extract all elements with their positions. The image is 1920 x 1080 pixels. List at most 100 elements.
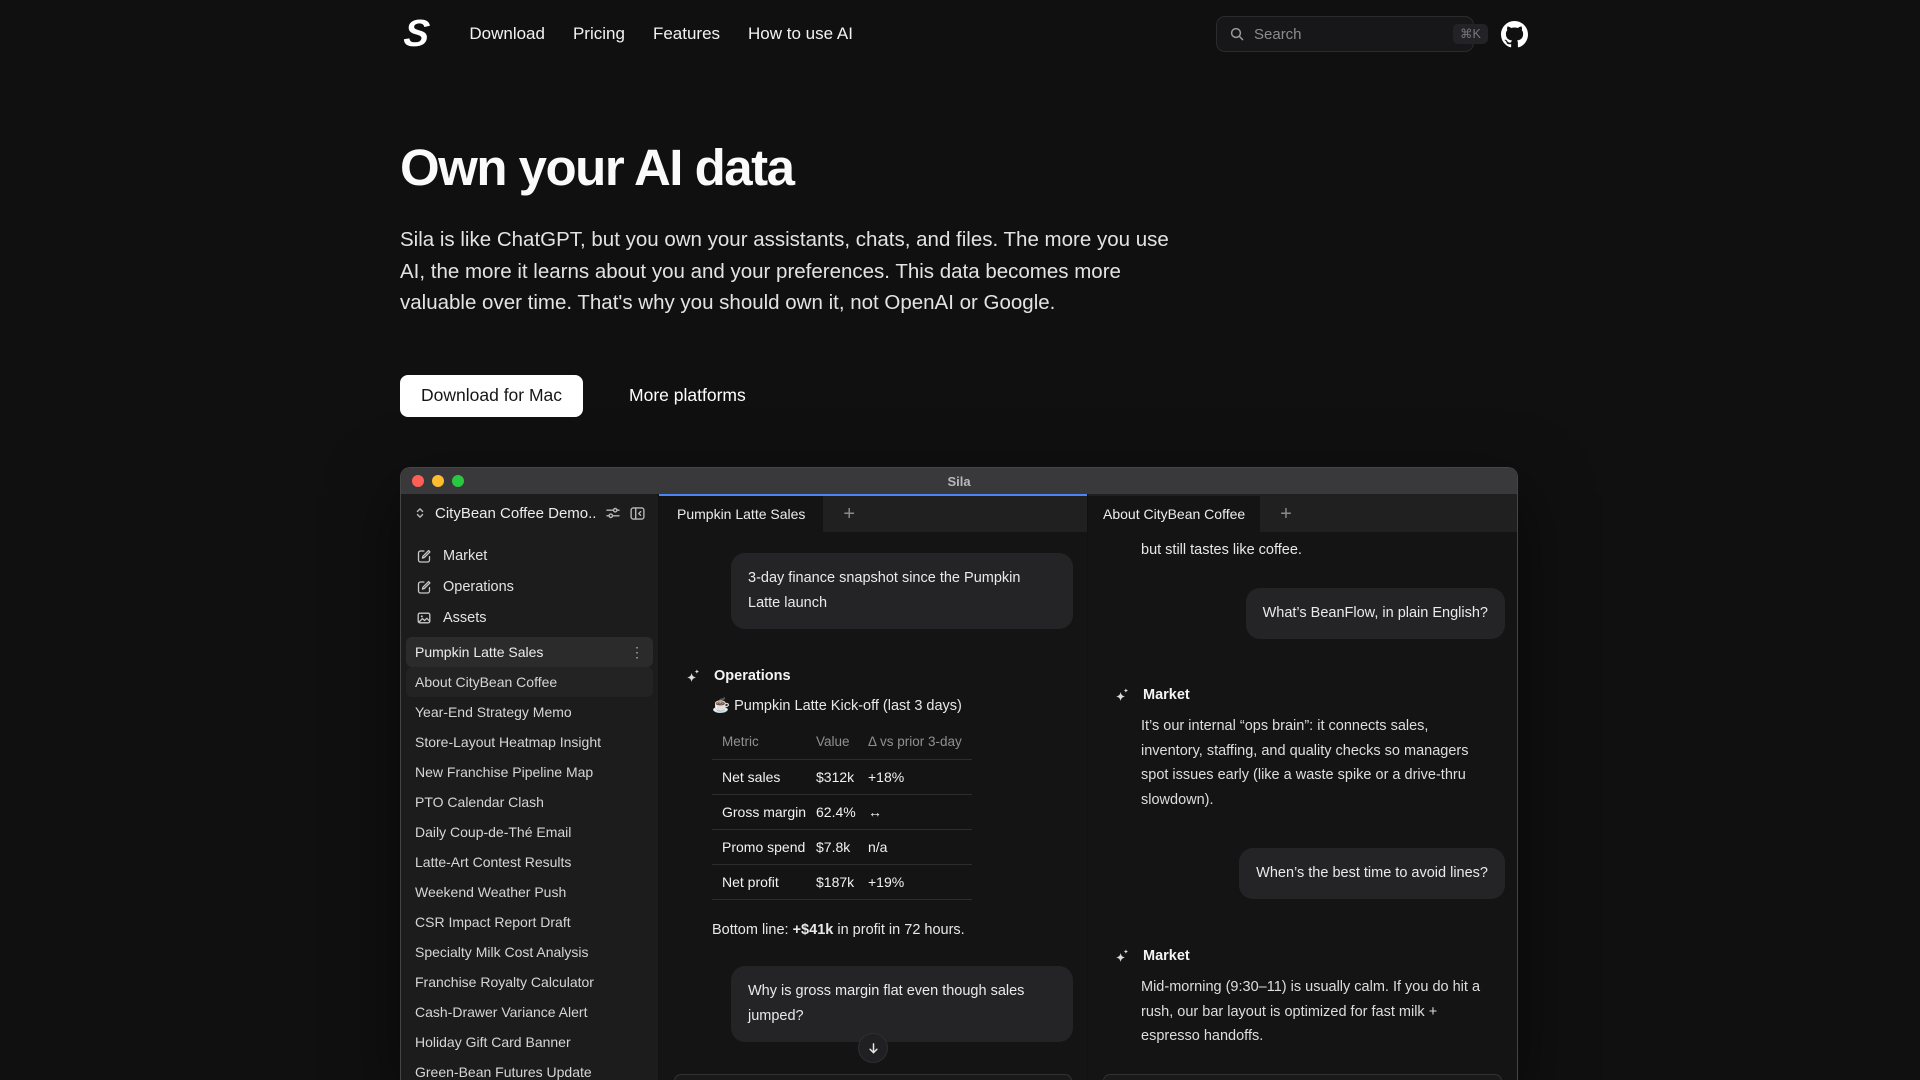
collapse-sidebar-icon[interactable] bbox=[629, 505, 646, 522]
table-row: Net profit $187k +19% bbox=[712, 865, 972, 900]
tab-about-citybean-coffee[interactable]: About CityBean Coffee bbox=[1088, 496, 1260, 532]
image-icon bbox=[416, 610, 432, 626]
right-chat-area: but still tastes like coffee. What’s Bea… bbox=[1088, 532, 1517, 1080]
sila-logo[interactable]: S bbox=[402, 15, 431, 53]
new-tab-button[interactable]: + bbox=[1260, 496, 1292, 532]
arrow-down-icon bbox=[866, 1041, 881, 1056]
chat-list-item[interactable]: Latte-Art Contest Results ⋮ bbox=[406, 847, 653, 877]
assistant-answer: Mid-morning (9:30–11) is usually calm. I… bbox=[1141, 975, 1487, 1049]
chat-list-item[interactable]: Daily Coup-de-Thé Email ⋮ bbox=[406, 817, 653, 847]
chat-title: CSR Impact Report Draft bbox=[415, 914, 571, 930]
more-platforms-link[interactable]: More platforms bbox=[629, 385, 746, 406]
app-window: Sila CityBean Coffee Demo... bbox=[400, 467, 1518, 1080]
chat-list-item[interactable]: Pumpkin Latte Sales ⋮ bbox=[406, 637, 653, 667]
chat-title: Specialty Milk Cost Analysis bbox=[415, 944, 589, 960]
sidebar-assistant-item[interactable]: Assets bbox=[401, 602, 658, 633]
hero-description: Sila is like ChatGPT, but you own your a… bbox=[400, 224, 1190, 319]
table-row: Promo spend $7.8k n/a bbox=[712, 830, 972, 865]
chat-list: Pumpkin Latte Sales ⋮ About CityBean Cof… bbox=[401, 637, 658, 1080]
user-message: When’s the best time to avoid lines? bbox=[1239, 848, 1505, 899]
chat-title: Green-Bean Futures Update bbox=[415, 1064, 592, 1080]
nav-link[interactable]: Download bbox=[469, 24, 545, 44]
nav-link[interactable]: Features bbox=[653, 24, 720, 44]
search-box[interactable]: ⌘K bbox=[1216, 16, 1474, 52]
table-row: Gross margin 62.4% ↔ bbox=[712, 795, 972, 830]
sparkle-icon bbox=[683, 667, 701, 685]
assistant-name: Operations bbox=[714, 668, 791, 684]
chat-title: New Franchise Pipeline Map bbox=[415, 764, 593, 780]
chat-list-item[interactable]: Weekend Weather Push ⋮ bbox=[406, 877, 653, 907]
assistant-name: Market bbox=[1143, 948, 1190, 964]
window-title: Sila bbox=[401, 474, 1517, 489]
assistant-answer: It’s our internal “ops brain”: it connec… bbox=[1141, 714, 1487, 812]
chat-list-item[interactable]: Store-Layout Heatmap Insight ⋮ bbox=[406, 727, 653, 757]
value-cell: $312k bbox=[809, 760, 861, 795]
chat-list-item[interactable]: PTO Calendar Clash ⋮ bbox=[406, 787, 653, 817]
user-message: 3-day finance snapshot since the Pumpkin… bbox=[731, 553, 1073, 629]
compose-icon bbox=[416, 579, 432, 595]
chat-list-item[interactable]: CSR Impact Report Draft ⋮ bbox=[406, 907, 653, 937]
value-cell: 62.4% bbox=[809, 795, 861, 830]
chat-title: Latte-Art Contest Results bbox=[415, 854, 571, 870]
new-tab-button[interactable]: + bbox=[823, 496, 855, 532]
filter-sliders-icon[interactable] bbox=[605, 505, 621, 521]
download-mac-button[interactable]: Download for Mac bbox=[400, 375, 583, 417]
scroll-to-bottom-button[interactable] bbox=[858, 1033, 888, 1063]
workspace-header: CityBean Coffee Demo... bbox=[401, 494, 658, 532]
chat-title: PTO Calendar Clash bbox=[415, 794, 544, 810]
table-row: Net sales $312k +18% bbox=[712, 760, 972, 795]
chat-list-item[interactable]: Holiday Gift Card Banner ⋮ bbox=[406, 1027, 653, 1057]
sidebar-assistant-item[interactable]: Market bbox=[401, 540, 658, 571]
chat-title: Daily Coup-de-Thé Email bbox=[415, 824, 571, 840]
assistant-message-header: Market bbox=[1088, 686, 1517, 704]
sparkle-icon bbox=[1112, 947, 1130, 965]
assistant-name: Market bbox=[1143, 687, 1190, 703]
message-input[interactable] bbox=[674, 1074, 1072, 1080]
top-nav: S Download Pricing Features How to use A… bbox=[0, 0, 1920, 68]
sidebar-assistant-item[interactable]: Operations bbox=[401, 571, 658, 602]
chat-list-item[interactable]: Green-Bean Futures Update ⋮ bbox=[406, 1057, 653, 1080]
cta-row: Download for Mac More platforms bbox=[400, 375, 1200, 417]
message-input[interactable] bbox=[1103, 1074, 1502, 1080]
user-message: What’s BeanFlow, in plain English? bbox=[1246, 588, 1505, 639]
chat-title: About CityBean Coffee bbox=[415, 674, 557, 690]
workspace-name[interactable]: CityBean Coffee Demo... bbox=[435, 505, 597, 522]
chat-list-item[interactable]: New Franchise Pipeline Map ⋮ bbox=[406, 757, 653, 787]
chat-list-item[interactable]: About CityBean Coffee ⋮ bbox=[406, 667, 653, 697]
landing-page: S Download Pricing Features How to use A… bbox=[0, 0, 1920, 1080]
assistant-label: Assets bbox=[443, 610, 487, 626]
report-title: ☕ Pumpkin Latte Kick-off (last 3 days) bbox=[712, 697, 1087, 714]
github-icon[interactable] bbox=[1501, 21, 1528, 48]
tab-pumpkin-latte-sales[interactable]: Pumpkin Latte Sales bbox=[659, 496, 823, 532]
sidebar: CityBean Coffee Demo... bbox=[401, 494, 659, 1080]
chat-title: Pumpkin Latte Sales bbox=[415, 644, 543, 660]
assistant-message-header: Market bbox=[1088, 947, 1517, 965]
chat-title: Cash-Drawer Variance Alert bbox=[415, 1004, 587, 1020]
kebab-menu-icon[interactable]: ⋮ bbox=[630, 645, 644, 659]
table-header-cell: Δ vs prior 3-day bbox=[861, 730, 972, 760]
chat-list-item[interactable]: Cash-Drawer Variance Alert ⋮ bbox=[406, 997, 653, 1027]
metric-cell: Promo spend bbox=[712, 830, 809, 865]
chat-title: Holiday Gift Card Banner bbox=[415, 1034, 571, 1050]
metric-cell: Net sales bbox=[712, 760, 809, 795]
chat-list-item[interactable]: Year-End Strategy Memo ⋮ bbox=[406, 697, 653, 727]
chat-list-item[interactable]: Franchise Royalty Calculator ⋮ bbox=[406, 967, 653, 997]
chat-title: Franchise Royalty Calculator bbox=[415, 974, 594, 990]
bottom-line: Bottom line: +$41k in profit in 72 hours… bbox=[712, 922, 1087, 938]
search-input[interactable] bbox=[1254, 26, 1453, 43]
right-tabbar: About CityBean Coffee + bbox=[1088, 494, 1517, 532]
chat-list-item[interactable]: Specialty Milk Cost Analysis ⋮ bbox=[406, 937, 653, 967]
assistant-label: Market bbox=[443, 548, 487, 564]
delta-cell: ↔ bbox=[861, 795, 972, 830]
assistant-message-header: Operations bbox=[659, 667, 1087, 685]
chat-title: Weekend Weather Push bbox=[415, 884, 566, 900]
nav-link[interactable]: Pricing bbox=[573, 24, 625, 44]
workspace-switcher-icon[interactable] bbox=[413, 506, 427, 520]
nav-link[interactable]: How to use AI bbox=[748, 24, 853, 44]
metric-cell: Net profit bbox=[712, 865, 809, 900]
center-chat-area: 3-day finance snapshot since the Pumpkin… bbox=[659, 532, 1087, 1080]
hero-section: Own your AI data Sila is like ChatGPT, b… bbox=[400, 138, 1200, 417]
search-shortcut-badge: ⌘K bbox=[1453, 24, 1488, 45]
assistant-label: Operations bbox=[443, 579, 514, 595]
table-header-cell: Value bbox=[809, 730, 861, 760]
